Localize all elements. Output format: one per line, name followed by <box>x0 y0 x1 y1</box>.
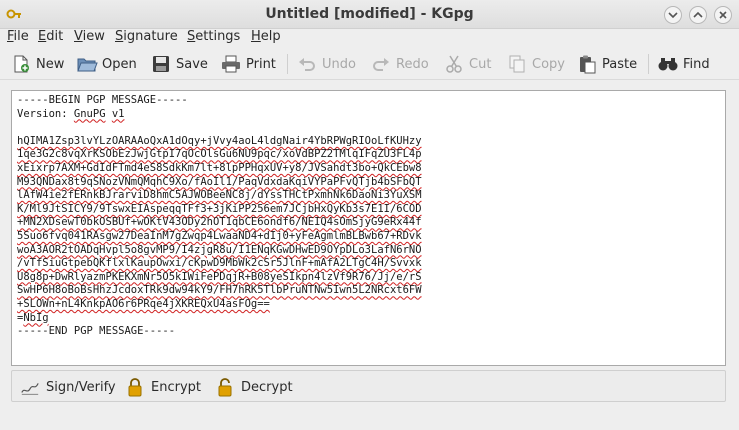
lock-icon <box>125 377 145 397</box>
clipboard-paste-icon <box>576 53 598 75</box>
pgp-end-line: -----END PGP MESSAGE----- <box>17 325 176 338</box>
close-icon <box>719 11 727 19</box>
open-button[interactable]: Open <box>76 52 137 76</box>
editor-text[interactable]: -----BEGIN PGP MESSAGE----- Version: GnuP… <box>17 94 717 339</box>
printer-icon <box>220 53 242 75</box>
title-bar[interactable]: Untitled [modified] - KGpg <box>0 0 739 29</box>
new-label: New <box>36 56 65 72</box>
chevron-down-icon <box>668 12 678 19</box>
new-document-icon <box>10 53 32 75</box>
menu-signature[interactable]: Signature <box>115 29 178 44</box>
undo-button[interactable]: Undo <box>296 52 356 76</box>
redo-icon <box>370 53 392 75</box>
pgp-body-line: woA3AOR2tOADqHvpl5o8gvMP9/I4zjgR8u/I1ENq… <box>17 243 422 256</box>
folder-open-icon <box>76 53 98 75</box>
encrypt-button[interactable]: Encrypt <box>125 377 201 397</box>
pgp-body: hQIMA1Zsp3lvYLzOARAAoQxA1dOqy+jVvy4aoL4l… <box>17 135 717 312</box>
sign-verify-label: Sign/Verify <box>46 379 116 395</box>
encrypt-label: Encrypt <box>151 379 201 395</box>
toolbar-separator <box>648 54 649 74</box>
pgp-body-line: xEixrp7AXM+GdIdFTmd4eS8SdkKm7lt+8lpPPHqx… <box>17 161 422 174</box>
save-button[interactable]: Save <box>150 52 208 76</box>
pgp-body-line: U8g8p+DwRlyazmPKEKXmNr5O5kIWiFePDqjR+B08… <box>17 270 422 283</box>
message-editor[interactable]: -----BEGIN PGP MESSAGE----- Version: GnuP… <box>11 90 726 366</box>
pgp-body-line: 5Suo6fvq041RAsgw27DeaInM7gZwqp4LwaaND4+d… <box>17 229 422 242</box>
pgp-begin-line: -----BEGIN PGP MESSAGE----- <box>17 94 188 106</box>
minimize-button[interactable] <box>664 6 682 24</box>
toolbar-separator <box>287 54 288 74</box>
menu-file[interactable]: File <box>7 29 29 44</box>
print-button[interactable]: Print <box>220 52 276 76</box>
maximize-button[interactable] <box>689 6 707 24</box>
unlock-icon <box>215 377 235 397</box>
pgp-body-line: +MN2XDsewT0bkOSBUf+wOKtV43ODy2hOT1qbCE6o… <box>17 216 422 229</box>
cut-label: Cut <box>469 56 492 72</box>
decrypt-label: Decrypt <box>241 379 293 395</box>
decrypt-button[interactable]: Decrypt <box>215 377 293 397</box>
chevron-up-icon <box>693 11 703 18</box>
menu-settings[interactable]: Settings <box>187 29 240 44</box>
window-title: Untitled [modified] - KGpg <box>265 6 474 22</box>
undo-label: Undo <box>322 56 356 72</box>
pgp-body-line: K/Ml9JtSICY9/9TswxEIAspeqqTFf3+3jKiPP256… <box>17 202 422 215</box>
open-label: Open <box>102 56 137 72</box>
menu-help[interactable]: Help <box>251 29 281 44</box>
pgp-body-line: 1qe3G2c8vqXrKSObEzJwjGtpI7qOcOlsGu6NU9pq… <box>17 148 422 161</box>
copy-icon <box>506 53 528 75</box>
sign-verify-button[interactable]: Sign/Verify <box>20 377 116 397</box>
crypto-action-bar: Sign/Verify Encrypt Decrypt <box>11 370 726 402</box>
save-label: Save <box>176 56 208 72</box>
pgp-checksum-line: =NbIg <box>17 311 49 324</box>
paste-label: Paste <box>602 56 638 72</box>
paste-button[interactable]: Paste <box>576 52 637 76</box>
pgp-body-line: lAfW4ie2fERnkBJrarviD8hmC5AJWOBeeNC8j/dY… <box>17 189 422 202</box>
main-toolbar: New Open Save Print Undo Redo Cut Copy P… <box>0 48 739 80</box>
pgp-body-line: hQIMA1Zsp3lvYLzOARAAoQxA1dOqy+jVvy4aoL4l… <box>17 134 422 147</box>
copy-label: Copy <box>532 56 565 72</box>
undo-icon <box>296 53 318 75</box>
pgp-version-line: Version: GnuPG v1 <box>17 107 125 120</box>
cut-button[interactable]: Cut <box>443 52 491 76</box>
close-button[interactable] <box>714 6 732 24</box>
new-button[interactable]: New <box>10 52 64 76</box>
find-button[interactable]: Find <box>657 52 710 76</box>
scissors-icon <box>443 53 465 75</box>
redo-button[interactable]: Redo <box>370 52 429 76</box>
pgp-body-line: /vTfSiuGtpebQKflxlKaupOwxi/cKpwD9MbWk2cS… <box>17 257 422 270</box>
save-disk-icon <box>150 53 172 75</box>
pgp-body-line: M93QNDax8t9qSNozVNmQMqhC9Xo/fAoIl1/PaqVd… <box>17 175 422 188</box>
pgp-body-line: SwHP6H8oBoBsHhzJcdoxTRk9dw94kY9/FH7hRK5T… <box>17 284 422 297</box>
menu-edit[interactable]: Edit <box>38 29 63 44</box>
menu-bar: File Edit View Signature Settings Help <box>0 29 739 47</box>
binoculars-icon <box>657 53 679 75</box>
menu-view[interactable]: View <box>74 29 105 44</box>
print-label: Print <box>246 56 276 72</box>
redo-label: Redo <box>396 56 429 72</box>
pgp-body-line: +SLOWn+nL4KnkpAO6r6PRqe4jXKREQxU4asFOg== <box>17 297 270 310</box>
copy-button[interactable]: Copy <box>506 52 565 76</box>
find-label: Find <box>683 56 710 72</box>
signature-pen-icon <box>20 377 40 397</box>
